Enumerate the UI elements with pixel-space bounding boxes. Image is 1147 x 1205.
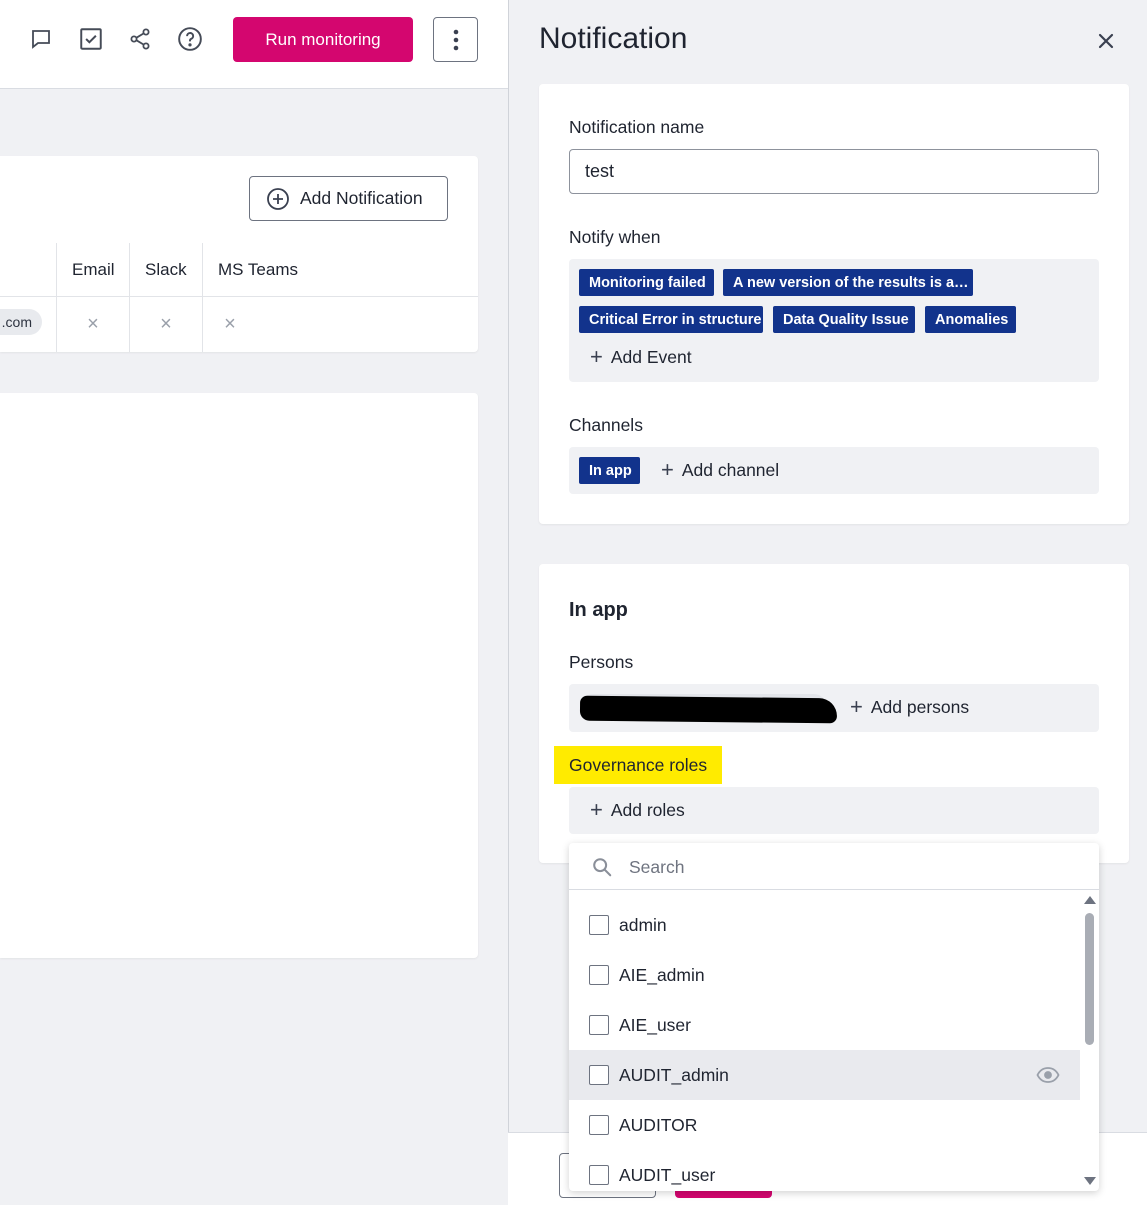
column-header-ms-teams: MS Teams xyxy=(218,260,298,279)
add-channel-button[interactable]: + Add channel xyxy=(661,459,779,481)
drawer-title: Notification xyxy=(539,22,688,55)
list-item[interactable]: AUDIT_user xyxy=(569,1150,1080,1191)
channels-label: Channels xyxy=(569,415,643,435)
scroll-down-icon[interactable] xyxy=(1084,1177,1096,1185)
share-icon[interactable] xyxy=(125,24,155,54)
kebab-icon xyxy=(453,29,458,50)
roles-dropdown: admin AIE_admin AIE_user AUDIT_admin AUD… xyxy=(569,843,1099,1191)
list-item[interactable]: AIE_user xyxy=(569,1000,1080,1050)
column-divider xyxy=(56,243,57,352)
add-channel-label: Add channel xyxy=(681,459,780,480)
slack-disabled-icon: × xyxy=(160,312,172,335)
column-header-email: Email xyxy=(72,260,115,279)
comment-icon[interactable] xyxy=(26,24,56,54)
list-item[interactable]: AUDITOR xyxy=(569,1100,1080,1150)
checkbox[interactable] xyxy=(589,1015,609,1035)
eye-icon[interactable] xyxy=(1036,1065,1060,1085)
add-notification-label: Add Notification xyxy=(300,188,423,208)
checkbox[interactable] xyxy=(589,1115,609,1135)
add-roles-button[interactable]: + Add roles xyxy=(590,799,685,821)
add-roles-label: Add roles xyxy=(610,799,685,820)
event-tag[interactable]: Anomalies xyxy=(925,306,1016,333)
scroll-up-icon[interactable] xyxy=(1084,896,1096,904)
role-label: admin xyxy=(619,914,667,935)
event-tag[interactable]: Critical Error in structure xyxy=(579,306,763,333)
scrollbar-thumb[interactable] xyxy=(1085,913,1094,1045)
add-event-button[interactable]: + Add Event xyxy=(590,346,692,368)
content-card xyxy=(0,393,478,958)
list-item[interactable]: admin xyxy=(569,900,1080,950)
event-tag[interactable]: Data Quality Issue xyxy=(773,306,915,333)
notify-when-label: Notify when xyxy=(569,227,661,247)
event-tag[interactable]: Monitoring failed xyxy=(579,269,714,296)
channels-box xyxy=(569,447,1099,494)
email-chip: .com xyxy=(0,309,42,335)
column-divider xyxy=(202,243,203,352)
email-disabled-icon: × xyxy=(87,312,99,335)
add-event-label: Add Event xyxy=(610,346,692,367)
checkbox[interactable] xyxy=(589,1165,609,1185)
persons-label: Persons xyxy=(569,652,634,672)
column-divider xyxy=(129,243,130,352)
column-header-slack: Slack xyxy=(145,260,187,279)
checkbox[interactable] xyxy=(589,1065,609,1085)
close-icon xyxy=(1098,33,1114,49)
redaction-mark xyxy=(579,695,838,724)
checkbox[interactable] xyxy=(589,965,609,985)
role-label: AUDIT_user xyxy=(619,1164,716,1185)
checklist-icon[interactable] xyxy=(76,24,106,54)
teams-disabled-icon: × xyxy=(224,312,236,335)
role-label: AUDITOR xyxy=(619,1114,698,1135)
close-button[interactable] xyxy=(1093,28,1119,54)
plus-circle-icon xyxy=(267,187,289,210)
checkbox[interactable] xyxy=(589,915,609,935)
add-persons-label: Add persons xyxy=(870,696,970,717)
role-label: AIE_admin xyxy=(619,964,705,985)
role-label: AIE_user xyxy=(619,1014,691,1035)
role-label: AUDIT_admin xyxy=(619,1064,729,1085)
list-item[interactable]: AUDIT_admin xyxy=(569,1050,1080,1100)
run-monitoring-button[interactable]: Run monitoring xyxy=(233,17,413,62)
governance-roles-label: Governance roles xyxy=(554,746,722,784)
plus-icon: + xyxy=(850,694,863,719)
table-row-divider xyxy=(0,296,478,297)
plus-icon: + xyxy=(590,797,603,822)
scrollbar[interactable] xyxy=(1080,891,1099,1191)
notification-name-label: Notification name xyxy=(569,117,705,137)
dropdown-search xyxy=(569,843,1099,890)
channel-tag[interactable]: In app xyxy=(579,457,640,484)
list-item[interactable]: AIE_admin xyxy=(569,950,1080,1000)
more-options-button[interactable] xyxy=(433,17,478,62)
add-persons-button[interactable]: + Add persons xyxy=(850,696,969,718)
plus-icon: + xyxy=(590,344,603,369)
search-icon xyxy=(593,858,612,877)
event-tag[interactable]: A new version of the results is a… xyxy=(723,269,973,296)
plus-icon: + xyxy=(661,457,674,482)
notification-name-input[interactable]: test xyxy=(569,149,1099,194)
search-input[interactable] xyxy=(629,853,1069,881)
help-icon[interactable] xyxy=(175,24,205,54)
in-app-title: In app xyxy=(569,599,628,621)
add-notification-button[interactable]: Add Notification xyxy=(249,176,448,221)
